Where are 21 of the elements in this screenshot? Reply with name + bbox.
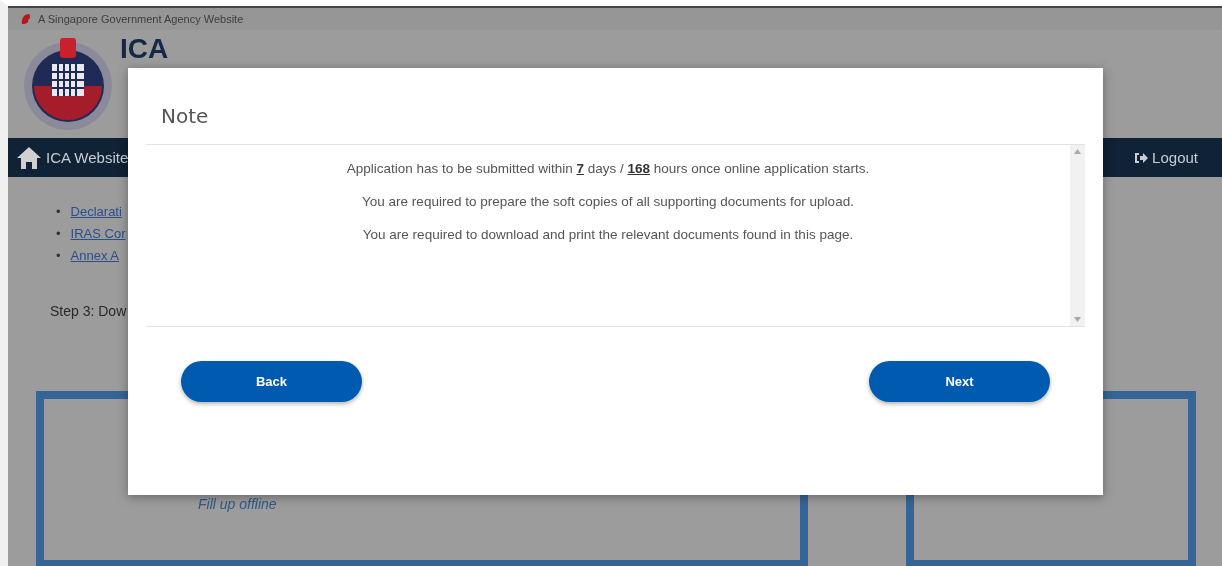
- home-icon: [16, 145, 42, 170]
- scrollbar[interactable]: [1070, 145, 1085, 326]
- dialog-title: Note: [161, 104, 209, 128]
- note-text: Application has to be submitted within 7 days / 168 hours once online application starts.: [346, 161, 870, 176]
- card-subtitle: Fill up offline: [198, 496, 277, 512]
- emblem-icon: [22, 36, 114, 132]
- scroll-down-icon[interactable]: [1074, 317, 1081, 322]
- home-link[interactable]: ICA Website: [16, 145, 129, 170]
- logo-text: ICA: [120, 34, 169, 64]
- back-button[interactable]: Back: [181, 361, 362, 402]
- bullet: •: [56, 203, 61, 221]
- logout-link[interactable]: Logout: [1134, 149, 1198, 166]
- bullet: •: [56, 225, 61, 243]
- next-button[interactable]: Next: [869, 361, 1050, 402]
- bullet: •: [56, 247, 61, 265]
- logout-icon: [1134, 151, 1149, 164]
- step-heading: Step 3: Dow: [50, 303, 128, 319]
- scroll-up-icon[interactable]: [1074, 149, 1081, 154]
- note-text: You are required to download and print the relevant documents found in this page.: [362, 227, 854, 242]
- government-banner-text: A Singapore Government Agency Website: [38, 13, 244, 25]
- note-text: You are required to prepare the soft copies of all supporting documents for upload.: [362, 194, 854, 209]
